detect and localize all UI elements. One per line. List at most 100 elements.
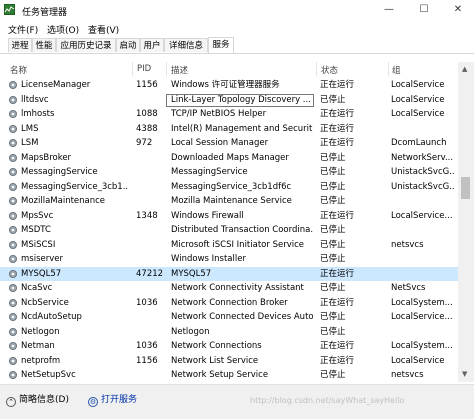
service-row[interactable]: MSiSCSI Microsoft iSCSI Initiator Service… <box>0 238 458 252</box>
column-separator[interactable] <box>166 62 167 76</box>
service-row[interactable]: MSDTC Distributed Transaction Coordina...… <box>0 223 458 237</box>
service-row[interactable]: MpsSvc 1348 Windows Firewall 正在运行 LocalServi… <box>0 209 458 223</box>
service-description: Network Connected Devices Auto... <box>171 312 313 322</box>
service-status: 已停止 <box>320 254 346 264</box>
service-description: Windows Installer <box>171 254 246 264</box>
service-row[interactable]: netprofm 1156 Network List Service 正在运行 Loca… <box>0 354 458 368</box>
service-row[interactable]: NcdAutoSetup Network Connected Devices Au… <box>0 310 458 324</box>
service-row[interactable]: msiserver Windows Installer 已停止 <box>0 252 458 266</box>
service-row[interactable]: Netman 1036 Network Connections 正在运行 LocalSy… <box>0 339 458 353</box>
scroll-down-icon[interactable]: ▼ <box>462 370 467 378</box>
service-pid: 1036 <box>136 297 158 308</box>
service-group: LocalService <box>391 80 445 90</box>
column-status[interactable]: 状态 <box>321 64 338 76</box>
service-name: MessagingService_3cb1... <box>21 181 129 192</box>
service-group: NetSvcs <box>391 283 426 293</box>
services-list[interactable]: LicenseManager 1156 Windows 许可证管理器服务 正在运行 Lo… <box>0 78 458 382</box>
service-description: Network Connectivity Assistant <box>171 283 304 293</box>
column-group[interactable]: 组 <box>392 64 401 76</box>
service-gear-icon <box>9 313 17 321</box>
vertical-scrollbar[interactable]: ▲ ▼ <box>458 62 474 382</box>
service-row[interactable]: LMS 4388 Intel(R) Management and Securit..… <box>0 122 458 136</box>
service-group: LocalSystem... <box>391 297 453 308</box>
service-row[interactable]: MessagingService_3cb1... MessagingService… <box>0 180 458 194</box>
service-group: LocalService <box>391 355 445 366</box>
menu-view[interactable]: 查看(V) <box>88 23 119 36</box>
service-description: MYSQL57 <box>171 268 212 279</box>
service-description: Network Setup Service <box>171 370 269 380</box>
service-gear-icon <box>9 139 17 147</box>
service-gear-icon <box>9 124 17 133</box>
service-gear-icon <box>9 240 17 249</box>
maximize-button[interactable]: ☐ <box>412 2 436 18</box>
service-pid <box>136 239 164 251</box>
service-description: Local Session Manager <box>171 138 269 148</box>
tab-app-history[interactable]: 应用历史记录 <box>56 38 116 52</box>
service-name: MYSQL57 <box>21 268 62 279</box>
tab-services[interactable]: 服务 <box>208 37 234 53</box>
service-status: 已停止 <box>320 326 346 337</box>
scroll-up-icon[interactable]: ▲ <box>462 65 467 73</box>
service-group <box>391 195 455 207</box>
service-status: 已停止 <box>320 94 346 105</box>
less-info-label: 简略信息(D) <box>19 395 69 405</box>
service-row[interactable]: MozillaMaintenance Mozilla Maintenance Se… <box>0 194 458 208</box>
tooltip: Link-Layer Topology Discovery ... <box>166 94 314 107</box>
service-group: netsvcs <box>391 370 424 380</box>
tab-details[interactable]: 详细信息 <box>164 38 208 52</box>
services-gear-icon: ⚙ <box>88 397 98 407</box>
scroll-thumb[interactable] <box>461 177 470 199</box>
service-row[interactable]: LSM 972 Local Session Manager 正在运行 DcomLaunc… <box>0 136 458 150</box>
column-description[interactable]: 描述 <box>171 64 188 76</box>
service-row[interactable]: NetSetupSvc Network Setup Service 已停止 netsv… <box>0 368 458 382</box>
service-gear-icon <box>9 95 17 104</box>
service-status: 已停止 <box>320 312 346 322</box>
service-name: Netlogon <box>21 326 60 337</box>
column-separator[interactable] <box>316 62 317 76</box>
service-description: Network List Service <box>171 355 259 366</box>
service-pid: 1156 <box>136 80 158 90</box>
service-row[interactable]: Netlogon Netlogon 已停止 <box>0 325 458 339</box>
service-status: 正在运行 <box>320 80 355 90</box>
open-services-link[interactable]: ⚙ 打开服务 <box>88 392 137 407</box>
menu-options[interactable]: 选项(O) <box>47 23 79 36</box>
tab-performance[interactable]: 性能 <box>32 38 56 52</box>
service-row[interactable]: NcaSvc Network Connectivity Assistant 已停止 N… <box>0 281 458 295</box>
service-row[interactable]: NcbService 1036 Network Connection Broker 正… <box>0 296 458 310</box>
service-name: NetSetupSvc <box>21 370 76 380</box>
menu-file[interactable]: 文件(F) <box>8 23 38 36</box>
tab-startup[interactable]: 启动 <box>116 38 140 52</box>
service-gear-icon <box>9 298 17 307</box>
service-gear-icon <box>9 342 17 350</box>
service-row[interactable]: MapsBroker Downloaded Maps Manager 已停止 Netw… <box>0 151 458 165</box>
column-name[interactable]: 名称 <box>10 64 27 76</box>
service-name: MozillaMaintenance <box>21 196 106 206</box>
tab-users[interactable]: 用户 <box>140 38 164 52</box>
service-name: NcbService <box>21 297 69 308</box>
service-gear-icon <box>9 182 17 191</box>
column-pid[interactable]: PID <box>137 64 151 74</box>
service-pid <box>136 369 164 381</box>
service-row[interactable]: MYSQL57 47212 MYSQL57 正在运行 <box>0 266 458 281</box>
service-group <box>391 326 455 338</box>
service-row[interactable]: MessagingService MessagingService 已停止 Unist… <box>0 165 458 179</box>
column-separator[interactable] <box>388 62 389 76</box>
service-row[interactable]: lmhosts 1088 TCP/IP NetBIOS Helper 正在运行 Loca… <box>0 107 458 121</box>
service-group <box>391 253 455 265</box>
service-name: LicenseManager <box>21 80 91 90</box>
chevron-up-icon: ⌃ <box>6 397 16 407</box>
minimize-button[interactable]: — <box>377 2 401 18</box>
less-info-button[interactable]: ⌃ 简略信息(D) <box>6 392 69 407</box>
service-name: MessagingService <box>21 167 98 177</box>
task-manager-icon <box>4 4 15 15</box>
close-button[interactable]: ✕ <box>446 2 470 18</box>
service-status: 正在运行 <box>320 210 355 221</box>
service-description: Windows Firewall <box>171 210 244 221</box>
service-status: 正在运行 <box>320 268 355 279</box>
column-separator[interactable] <box>132 62 133 76</box>
service-pid: 1036 <box>136 341 158 351</box>
service-pid <box>136 94 164 106</box>
service-name: LMS <box>21 123 39 134</box>
service-row[interactable]: LicenseManager 1156 Windows 许可证管理器服务 正在运行 Lo… <box>0 78 458 92</box>
tab-processes[interactable]: 进程 <box>8 38 32 52</box>
